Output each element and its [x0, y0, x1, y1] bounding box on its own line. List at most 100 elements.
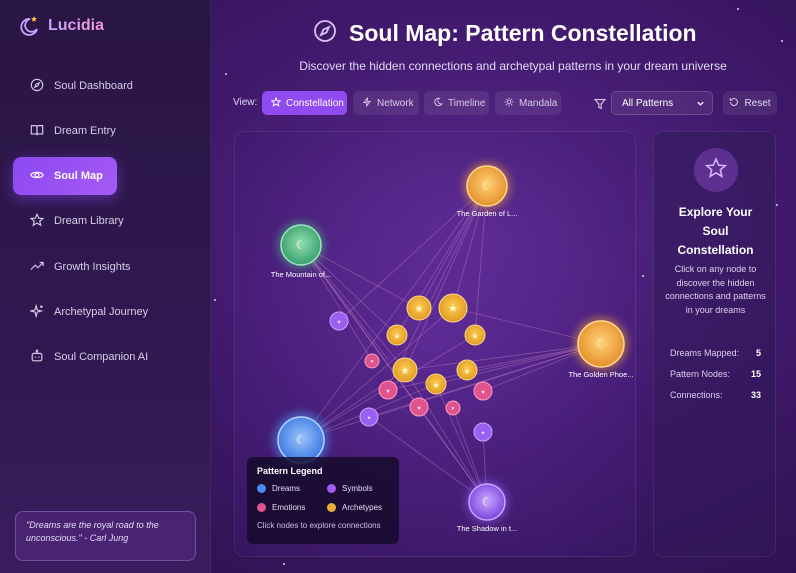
page-subtitle: Discover the hidden connections and arch… [299, 59, 727, 73]
dream-node-phoenix[interactable]: ☾ The Golden Phoe... [568, 317, 634, 379]
archetype-node[interactable]: ★ [406, 295, 432, 321]
view-constellation-button[interactable]: Constellation [262, 91, 347, 115]
emotion-node[interactable]: ♥ [473, 381, 493, 401]
sidebar-item-soul-companion-ai[interactable]: Soul Companion AI [13, 338, 197, 376]
view-mandala-button[interactable]: Mandala [495, 91, 561, 115]
brand[interactable]: Lucidia [16, 12, 104, 40]
dream-node-garden[interactable]: ☾ The Garden of L... [457, 162, 518, 218]
zap-icon [362, 96, 372, 110]
legend-dot [257, 503, 266, 512]
archetype-node[interactable]: ★ [386, 324, 408, 346]
view-timeline-button[interactable]: Timeline [424, 91, 489, 115]
stat-value: 15 [750, 369, 761, 379]
background-star [737, 8, 739, 10]
emotion-node[interactable]: ♥ [409, 397, 429, 417]
dream-node-label: The Shadow in t... [457, 524, 517, 533]
background-star [642, 275, 644, 277]
emotion-node[interactable]: ♥ [364, 353, 380, 369]
moon-icon: ☾ [596, 337, 607, 351]
moon-icon: ☾ [482, 495, 493, 509]
sidebar-item-label: Archetypal Journey [54, 306, 149, 318]
sidebar-item-dream-entry[interactable]: Dream Entry [13, 112, 197, 150]
svg-text:♥: ♥ [371, 359, 374, 365]
reset-icon [729, 97, 739, 110]
view-button-label: Timeline [448, 97, 486, 109]
moon-star-logo-icon [16, 14, 40, 38]
star-icon: ★ [471, 332, 478, 341]
sidebar-item-label: Soul Dashboard [54, 80, 133, 92]
legend-item-dreams: Dreams [257, 484, 327, 493]
legend-hint: Click nodes to explore connections [257, 521, 381, 530]
pattern-filter-value: All Patterns [622, 98, 674, 109]
reset-button[interactable]: Reset [723, 91, 777, 115]
info-description: Click on any node to discover the hidden… [665, 264, 766, 315]
dream-node-mountain[interactable]: ☾ The Mountain of... [271, 221, 331, 279]
dream-node-label: The Mountain of... [271, 270, 331, 279]
archetype-node[interactable]: ★ [438, 293, 468, 323]
dream-node-shadow[interactable]: ☾ The Shadow in t... [457, 480, 517, 533]
stat-value: 5 [755, 348, 761, 358]
sidebar-item-archetypal-journey[interactable]: Archetypal Journey [13, 293, 197, 331]
info-star-badge [694, 148, 738, 192]
star-icon [29, 212, 45, 230]
sidebar-item-label: Growth Insights [54, 261, 131, 273]
stat-label: Pattern Nodes: [670, 369, 731, 379]
star-icon: ★ [432, 381, 439, 390]
page-title-row: Soul Map: Pattern Constellation [313, 18, 697, 48]
trending-up-icon [30, 259, 44, 276]
stat-pattern-nodes: Pattern Nodes: 15 [670, 369, 761, 379]
pattern-legend: Pattern Legend Dreams Symbols Emotions A… [247, 457, 399, 544]
star-icon: ★ [448, 303, 458, 315]
svg-text:♥: ♥ [452, 406, 455, 412]
star-icon: ★ [393, 332, 400, 341]
legend-dot [327, 503, 336, 512]
legend-dot [327, 484, 336, 493]
symbol-node[interactable]: ✦ [329, 311, 349, 331]
dream-node-label: The Garden of L... [457, 209, 518, 218]
sidebar-item-soul-map[interactable]: Soul Map [13, 157, 117, 195]
svg-text:✦: ✦ [480, 430, 485, 437]
sparkles-icon [28, 303, 44, 321]
background-star [225, 73, 227, 75]
filter-icon [593, 97, 607, 110]
archetype-node[interactable]: ★ [392, 357, 418, 383]
legend-dot [257, 484, 266, 493]
view-button-label: Network [377, 97, 414, 109]
background-star [214, 299, 216, 301]
app-root: Lucidia Soul Dashboard Dream Entry Soul … [0, 0, 796, 573]
svg-text:✦: ✦ [336, 319, 341, 326]
svg-text:♥: ♥ [386, 389, 390, 395]
legend-item-emotions: Emotions [257, 503, 327, 512]
archetype-node[interactable]: ★ [456, 359, 478, 381]
background-star [283, 563, 285, 565]
svg-text:✦: ✦ [366, 415, 371, 422]
sidebar-item-label: Soul Companion AI [54, 351, 149, 363]
view-network-button[interactable]: Network [353, 91, 419, 115]
emotion-node[interactable]: ♥ [378, 380, 398, 400]
sidebar-item-growth-insights[interactable]: Growth Insights [13, 248, 197, 286]
symbol-node[interactable]: ✦ [359, 407, 379, 427]
reset-label: Reset [744, 97, 771, 109]
star-icon [270, 96, 282, 110]
emotion-node[interactable]: ♥ [445, 400, 461, 416]
legend-label: Emotions [272, 503, 306, 512]
brand-name: Lucidia [48, 17, 105, 34]
background-star [781, 40, 783, 42]
archetype-node[interactable]: ★ [464, 324, 486, 346]
star-icon: ★ [415, 304, 424, 315]
symbol-node[interactable]: ✦ [473, 422, 493, 442]
sidebar-item-soul-dashboard[interactable]: Soul Dashboard [13, 67, 197, 105]
svg-text:♥: ♥ [481, 390, 485, 396]
sun-icon [504, 97, 514, 110]
star-icon [704, 156, 728, 184]
pattern-filter-select[interactable]: All Patterns [611, 91, 713, 115]
legend-item-archetypes: Archetypes [327, 503, 397, 512]
sidebar-item-dream-library[interactable]: Dream Library [13, 202, 197, 240]
quote-card: "Dreams are the royal road to the uncons… [15, 511, 196, 561]
archetype-node[interactable]: ★ [425, 373, 447, 395]
stat-value: 33 [750, 390, 761, 400]
book-icon [30, 123, 44, 140]
compass-icon [313, 19, 337, 48]
constellation-canvas[interactable]: ☾ The Garden of L... ☾ The Mountain of..… [234, 131, 636, 557]
stat-connections: Connections: 33 [670, 390, 761, 400]
